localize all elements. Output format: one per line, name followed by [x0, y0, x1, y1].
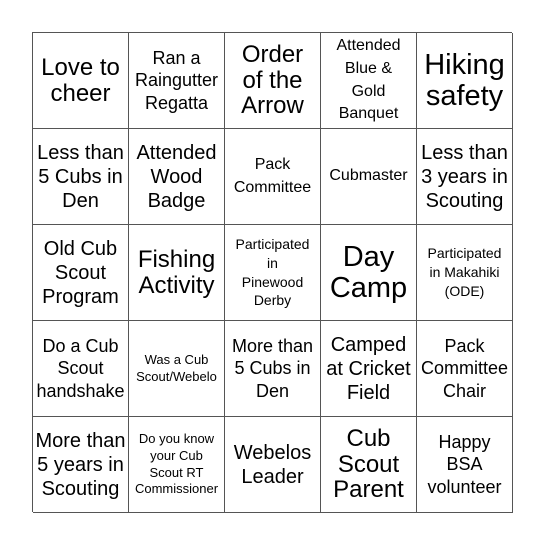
bingo-cell[interactable]: Hiking safety: [417, 33, 513, 129]
bingo-board: Love to cheer Ran a Raingutter Regatta O…: [32, 32, 513, 513]
bingo-cell[interactable]: Love to cheer: [33, 33, 129, 129]
bingo-cell[interactable]: Ran a Raingutter Regatta: [129, 33, 225, 129]
bingo-cell[interactable]: Pack Committee: [225, 129, 321, 225]
bingo-cell[interactable]: Less than 5 Cubs in Den: [33, 129, 129, 225]
bingo-cell[interactable]: Attended Blue & Gold Banquet: [321, 33, 417, 129]
bingo-cell[interactable]: Happy BSA volunteer: [417, 417, 513, 513]
bingo-cell[interactable]: Cubmaster: [321, 129, 417, 225]
bingo-cell[interactable]: Fishing Activity: [129, 225, 225, 321]
bingo-cell[interactable]: Camped at Cricket Field: [321, 321, 417, 417]
bingo-cell[interactable]: Old Cub Scout Program: [33, 225, 129, 321]
bingo-cell[interactable]: Order of the Arrow: [225, 33, 321, 129]
bingo-cell[interactable]: Do you know your Cub Scout RT Commission…: [129, 417, 225, 513]
bingo-cell[interactable]: Webelos Leader: [225, 417, 321, 513]
bingo-cell[interactable]: Day Camp: [321, 225, 417, 321]
bingo-cell[interactable]: Attended Wood Badge: [129, 129, 225, 225]
bingo-cell[interactable]: Participated in Makahiki (ODE): [417, 225, 513, 321]
bingo-cell[interactable]: More than 5 Cubs in Den: [225, 321, 321, 417]
bingo-cell[interactable]: Participated in Pinewood Derby: [225, 225, 321, 321]
bingo-cell[interactable]: More than 5 years in Scouting: [33, 417, 129, 513]
bingo-cell[interactable]: Cub Scout Parent: [321, 417, 417, 513]
bingo-cell[interactable]: Less than 3 years in Scouting: [417, 129, 513, 225]
bingo-cell[interactable]: Pack Committee Chair: [417, 321, 513, 417]
bingo-cell[interactable]: Was a Cub Scout/Webelo: [129, 321, 225, 417]
bingo-cell[interactable]: Do a Cub Scout handshake: [33, 321, 129, 417]
